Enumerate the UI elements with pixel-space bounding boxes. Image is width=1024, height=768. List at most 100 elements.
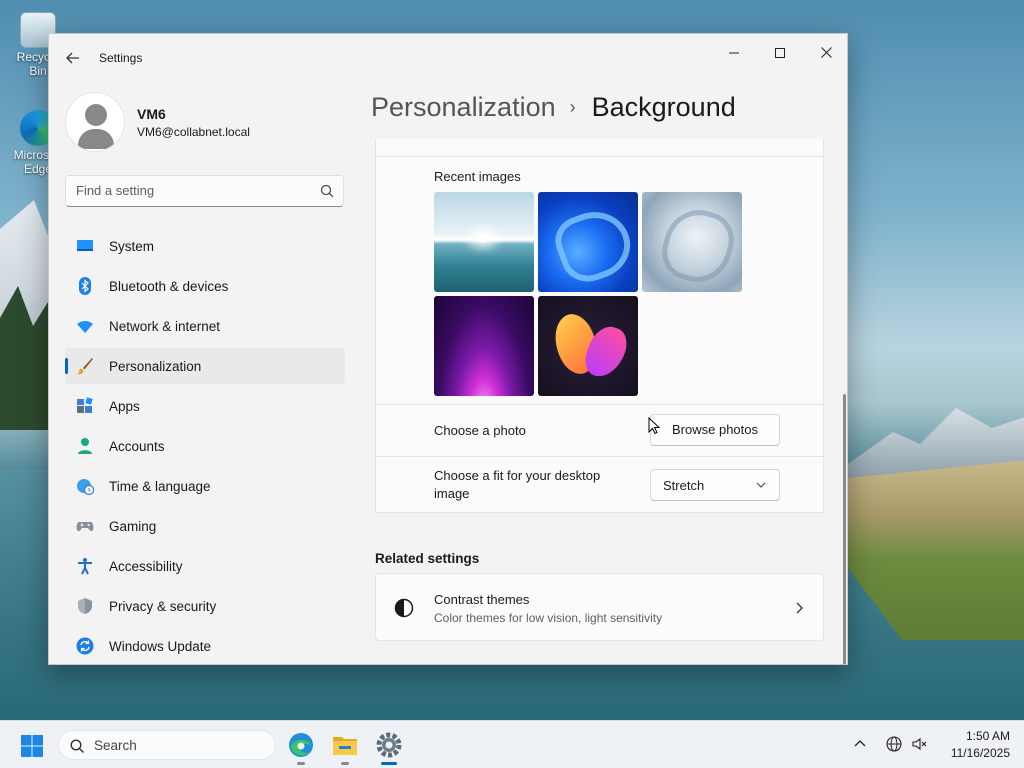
update-icon	[76, 637, 94, 655]
clock-date[interactable]: 11/16/2025	[940, 746, 1010, 760]
edge-icon	[289, 733, 313, 757]
close-button[interactable]	[803, 38, 847, 68]
recent-image-thumbnail[interactable]	[538, 296, 638, 396]
bluetooth-icon	[79, 277, 91, 295]
chevron-right-icon	[796, 602, 803, 614]
gamepad-icon	[76, 522, 94, 532]
taskbar-search-label: Search	[94, 738, 137, 753]
app-active-indicator	[381, 762, 397, 765]
sidebar-item-label: Accounts	[109, 439, 165, 454]
sidebar-item-label: Network & internet	[109, 319, 221, 334]
recent-images-label: Recent images	[434, 169, 521, 184]
app-running-indicator	[297, 762, 305, 765]
clock-time[interactable]: 1:50 AM	[940, 729, 1010, 743]
user-email: VM6@collabnet.local	[137, 125, 250, 139]
sidebar-item-accessibility[interactable]: Accessibility	[65, 548, 345, 584]
content-pane: Recent images Choose a photo Browse phot…	[375, 139, 825, 664]
wifi-icon	[77, 321, 93, 333]
sidebar-item-windows-update[interactable]: Windows Update	[65, 628, 345, 664]
sidebar-item-gaming[interactable]: Gaming	[65, 508, 345, 544]
user-name: VM6	[137, 106, 166, 122]
globe-clock-icon	[77, 479, 94, 495]
maximize-button[interactable]	[757, 38, 803, 68]
avatar[interactable]	[65, 92, 125, 152]
system-icon	[77, 240, 93, 251]
app-title: Settings	[99, 51, 143, 65]
sidebar-item-label: Personalization	[109, 359, 202, 374]
choose-fit-label: Choose a fit for your desktop image	[434, 468, 601, 501]
close-icon	[820, 47, 832, 58]
contrast-themes-title: Contrast themes	[434, 592, 530, 607]
search-icon	[70, 739, 84, 753]
back-button[interactable]	[61, 46, 85, 70]
sidebar-item-privacy-security[interactable]: Privacy & security	[65, 588, 345, 624]
title-bar[interactable]: Settings	[49, 34, 847, 82]
avatar-body	[78, 129, 114, 149]
sidebar-item-accounts[interactable]: Accounts	[65, 428, 345, 464]
fit-dropdown-value: Stretch	[663, 478, 705, 493]
taskbar-app-edge[interactable]	[285, 729, 317, 765]
contrast-icon	[394, 598, 414, 618]
sidebar-item-system[interactable]: System	[65, 228, 345, 264]
settings-icon	[376, 732, 402, 758]
volume-muted-icon[interactable]	[911, 735, 929, 753]
taskbar-search-box[interactable]: Search	[58, 730, 276, 760]
sidebar-item-time-language[interactable]: Time & language	[65, 468, 345, 504]
choose-fit-row: Choose a fit for your desktop image Stre…	[375, 457, 824, 513]
content-scrollbar[interactable]	[843, 394, 846, 664]
network-globe-icon[interactable]	[885, 735, 903, 753]
avatar-head	[85, 104, 107, 126]
recent-image-thumbnail[interactable]	[538, 192, 638, 292]
search-input[interactable]	[76, 183, 306, 198]
sidebar-item-apps[interactable]: Apps	[65, 388, 345, 424]
settings-window: Settings VM6 VM6@collabnet.local System …	[48, 33, 848, 665]
maximize-icon	[775, 48, 785, 58]
breadcrumb: Personalization › Background	[371, 92, 736, 123]
shield-icon	[78, 598, 92, 614]
back-arrow-icon	[66, 52, 79, 64]
breadcrumb-parent[interactable]: Personalization	[371, 92, 556, 122]
accessibility-icon	[78, 558, 92, 575]
sidebar-nav: System Bluetooth & devices Network & int…	[65, 228, 345, 664]
taskbar-app-settings[interactable]	[373, 729, 405, 765]
brush-icon	[77, 358, 93, 375]
chevron-down-icon	[756, 482, 766, 488]
settings-search-box[interactable]	[65, 175, 344, 207]
minimize-button[interactable]	[711, 38, 757, 68]
accounts-icon	[78, 438, 92, 454]
recent-images-card: Recent images	[375, 157, 824, 405]
minimize-icon	[729, 52, 739, 54]
sidebar-item-label: Gaming	[109, 519, 157, 534]
recent-image-thumbnail[interactable]	[434, 296, 534, 396]
sidebar-item-label: Bluetooth & devices	[109, 279, 229, 294]
sidebar-item-personalization[interactable]: Personalization	[65, 348, 345, 384]
mouse-cursor-icon	[648, 417, 660, 435]
browse-photos-button[interactable]: Browse photos	[650, 414, 780, 446]
recent-image-thumbnail[interactable]	[434, 192, 534, 292]
related-settings-heading: Related settings	[375, 551, 480, 566]
app-running-indicator	[341, 762, 349, 765]
sidebar-item-label: Windows Update	[109, 639, 212, 654]
apps-icon	[77, 397, 93, 413]
taskbar-app-file-explorer[interactable]	[329, 729, 361, 765]
chevron-right-icon: ›	[569, 97, 576, 117]
windows-start-icon[interactable]	[20, 734, 44, 758]
recent-image-thumbnail[interactable]	[642, 192, 742, 292]
sidebar-item-bluetooth[interactable]: Bluetooth & devices	[65, 268, 345, 304]
page-title: Background	[591, 92, 736, 122]
sidebar-item-network[interactable]: Network & internet	[65, 308, 345, 344]
sidebar-item-label: System	[109, 239, 155, 254]
choose-photo-label: Choose a photo	[434, 423, 526, 438]
sidebar-item-label: Accessibility	[109, 559, 183, 574]
contrast-themes-description: Color themes for low vision, light sensi…	[434, 611, 663, 625]
chevron-up-icon[interactable]	[853, 737, 867, 751]
file-explorer-icon	[333, 737, 357, 755]
sidebar-item-label: Apps	[109, 399, 140, 414]
fit-dropdown[interactable]: Stretch	[650, 469, 780, 501]
choose-photo-row: Choose a photo Browse photos	[375, 405, 824, 457]
search-icon	[320, 184, 334, 198]
sidebar-item-label: Time & language	[109, 479, 211, 494]
taskbar: Search 1:50 AM 11/16/2025	[0, 720, 1024, 768]
contrast-themes-link[interactable]: Contrast themes Color themes for low vis…	[375, 573, 824, 641]
background-settings-card-top	[375, 139, 824, 157]
